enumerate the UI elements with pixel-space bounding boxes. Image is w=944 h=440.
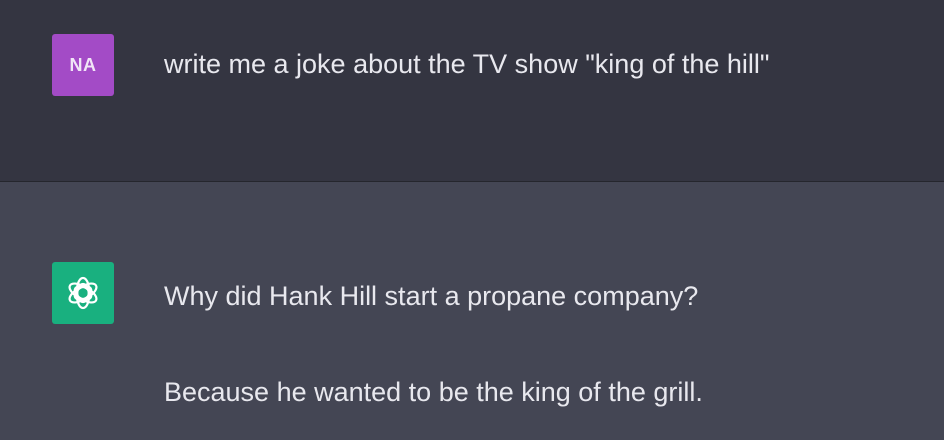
user-message-text: write me a joke about the TV show "king … (164, 49, 770, 79)
assistant-avatar (52, 262, 114, 324)
user-message-row: NA write me a joke about the TV show "ki… (0, 0, 944, 182)
user-avatar: NA (52, 34, 114, 96)
openai-logo-icon (68, 276, 98, 310)
chat-thread: NA write me a joke about the TV show "ki… (0, 0, 944, 440)
assistant-message-line: Why did Hank Hill start a propane compan… (164, 281, 699, 311)
assistant-message-line: Because he wanted to be the king of the … (164, 377, 703, 407)
